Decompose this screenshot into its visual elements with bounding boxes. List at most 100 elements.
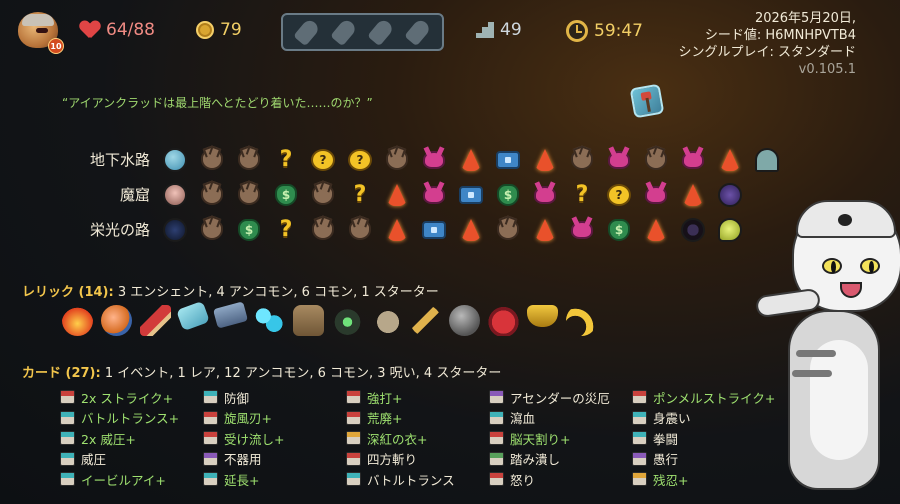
hp-display[interactable]: 64/88 [80,20,155,40]
attack-card-icon [489,431,504,446]
map-node-shop[interactable]: $ [604,215,634,245]
map-node-event[interactable]: ? [271,215,301,245]
map-node-elite[interactable] [641,180,671,210]
card-entry[interactable]: 防御 [203,387,346,408]
shop-icon: $ [608,218,630,241]
burning-blood-icon[interactable] [62,305,93,336]
blue-flames-icon[interactable] [254,305,285,336]
map-node-chest[interactable] [493,145,523,175]
map-node-event[interactable]: ? [345,180,375,210]
map-node-monster[interactable] [234,145,264,175]
map-node-monster[interactable] [382,145,412,175]
card-entry[interactable]: 不器用 [203,449,346,470]
empty-potion-slot-icon[interactable] [330,17,358,47]
act-nodes: ??? [160,145,782,175]
map-node-boss-crab[interactable] [715,180,745,210]
card-entry[interactable]: 荒廃+ [346,408,489,429]
map-node-rest[interactable] [530,215,560,245]
map-node-boss-worm[interactable] [715,215,745,245]
map-node-chest[interactable] [419,215,449,245]
map-node-shop[interactable]: $ [234,215,264,245]
map-node-monster[interactable] [641,145,671,175]
run-timer[interactable]: 59:47 [566,20,643,42]
eye-icon [36,28,48,33]
map-node-rest[interactable] [530,145,560,175]
card-entry[interactable]: 受け流し+ [203,428,346,449]
map-node-chest[interactable] [456,180,486,210]
map-node-rest[interactable] [678,180,708,210]
floor-display[interactable]: 49 [476,20,522,40]
stone-icon[interactable] [449,305,480,336]
card-entry[interactable]: 踏み潰し [489,449,632,470]
orange-orb-icon[interactable] [101,305,132,336]
map-node-unknown-monster[interactable]: ? [345,145,375,175]
map-node-event[interactable]: ? [271,145,301,175]
map-node-elite[interactable] [419,180,449,210]
map-node-rest[interactable] [641,215,671,245]
map-node-rest[interactable] [456,215,486,245]
map-node-rest[interactable] [715,145,745,175]
map-node-boss-bell[interactable] [752,145,782,175]
map-node-monster[interactable] [308,180,338,210]
map-node-event[interactable]: ? [567,180,597,210]
card-entry[interactable]: バトルトランス [346,469,489,490]
map-node-monster[interactable] [234,180,264,210]
card-entry[interactable]: 瀉血 [489,408,632,429]
map-node-boss-eye[interactable] [678,215,708,245]
map-node-unknown-monster[interactable]: ? [604,180,634,210]
map-node-rest[interactable] [456,145,486,175]
map-node-rest[interactable] [382,180,412,210]
map-node-monster[interactable] [493,215,523,245]
card-entry[interactable]: 2x 威圧+ [60,428,203,449]
map-node-shop[interactable]: $ [271,180,301,210]
map-node-elite[interactable] [530,180,560,210]
map-node-monster[interactable] [197,180,227,210]
bag-of-seeds-icon[interactable] [371,305,402,336]
ticket-icon[interactable] [176,300,210,332]
map-node-elite[interactable] [678,145,708,175]
card-name: 残忍+ [653,472,689,488]
card-entry[interactable]: 四方斬り [346,449,489,470]
map-node-boss-horned[interactable] [160,215,190,245]
card-entry[interactable]: バトルトランス+ [60,408,203,429]
horn-icon[interactable] [566,305,597,336]
event-icon: ? [279,217,293,242]
card-entry[interactable]: 深紅の衣+ [346,428,489,449]
empty-potion-slot-icon[interactable] [293,17,322,47]
card-entry[interactable]: イービルアイ+ [60,469,203,490]
map-node-unknown-monster[interactable]: ? [308,145,338,175]
map-node-boss-slime[interactable] [160,145,190,175]
gold-display[interactable]: 79 [196,20,242,40]
map-node-monster[interactable] [197,215,227,245]
smith-hammer-icon[interactable] [629,83,665,119]
lantern-icon[interactable] [332,305,363,336]
card-entry[interactable]: 怒り [489,469,632,490]
character-portrait[interactable]: 10 [18,12,64,54]
map-node-monster[interactable] [308,215,338,245]
card-entry[interactable]: 強打+ [346,387,489,408]
card-entry[interactable]: 脳天割り+ [489,428,632,449]
empty-potion-slot-icon[interactable] [403,17,432,47]
card-entry[interactable]: 延長+ [203,469,346,490]
whetstone-icon[interactable] [212,301,249,329]
card-entry[interactable]: 旋風刃+ [203,408,346,429]
map-node-elite[interactable] [419,145,449,175]
card-entry[interactable]: アセンダーの災厄 [489,387,632,408]
map-node-monster[interactable] [567,145,597,175]
card-entry[interactable]: 2x ストライク+ [60,387,203,408]
map-node-rest[interactable] [382,215,412,245]
map-node-monster[interactable] [197,145,227,175]
map-node-shop[interactable]: $ [493,180,523,210]
lipstick-icon[interactable] [140,305,171,336]
golden-belt-icon[interactable] [527,305,558,327]
map-node-boss-skull[interactable] [160,180,190,210]
map-node-elite[interactable] [567,215,597,245]
map-node-monster[interactable] [345,215,375,245]
card-entry[interactable]: 威圧 [60,449,203,470]
golden-quill-icon[interactable] [410,305,441,336]
empty-potion-slot-icon[interactable] [367,17,395,47]
act-nodes: $? $?? [160,180,745,210]
jar-icon[interactable] [488,305,519,336]
backpack-icon[interactable] [293,305,324,336]
map-node-elite[interactable] [604,145,634,175]
